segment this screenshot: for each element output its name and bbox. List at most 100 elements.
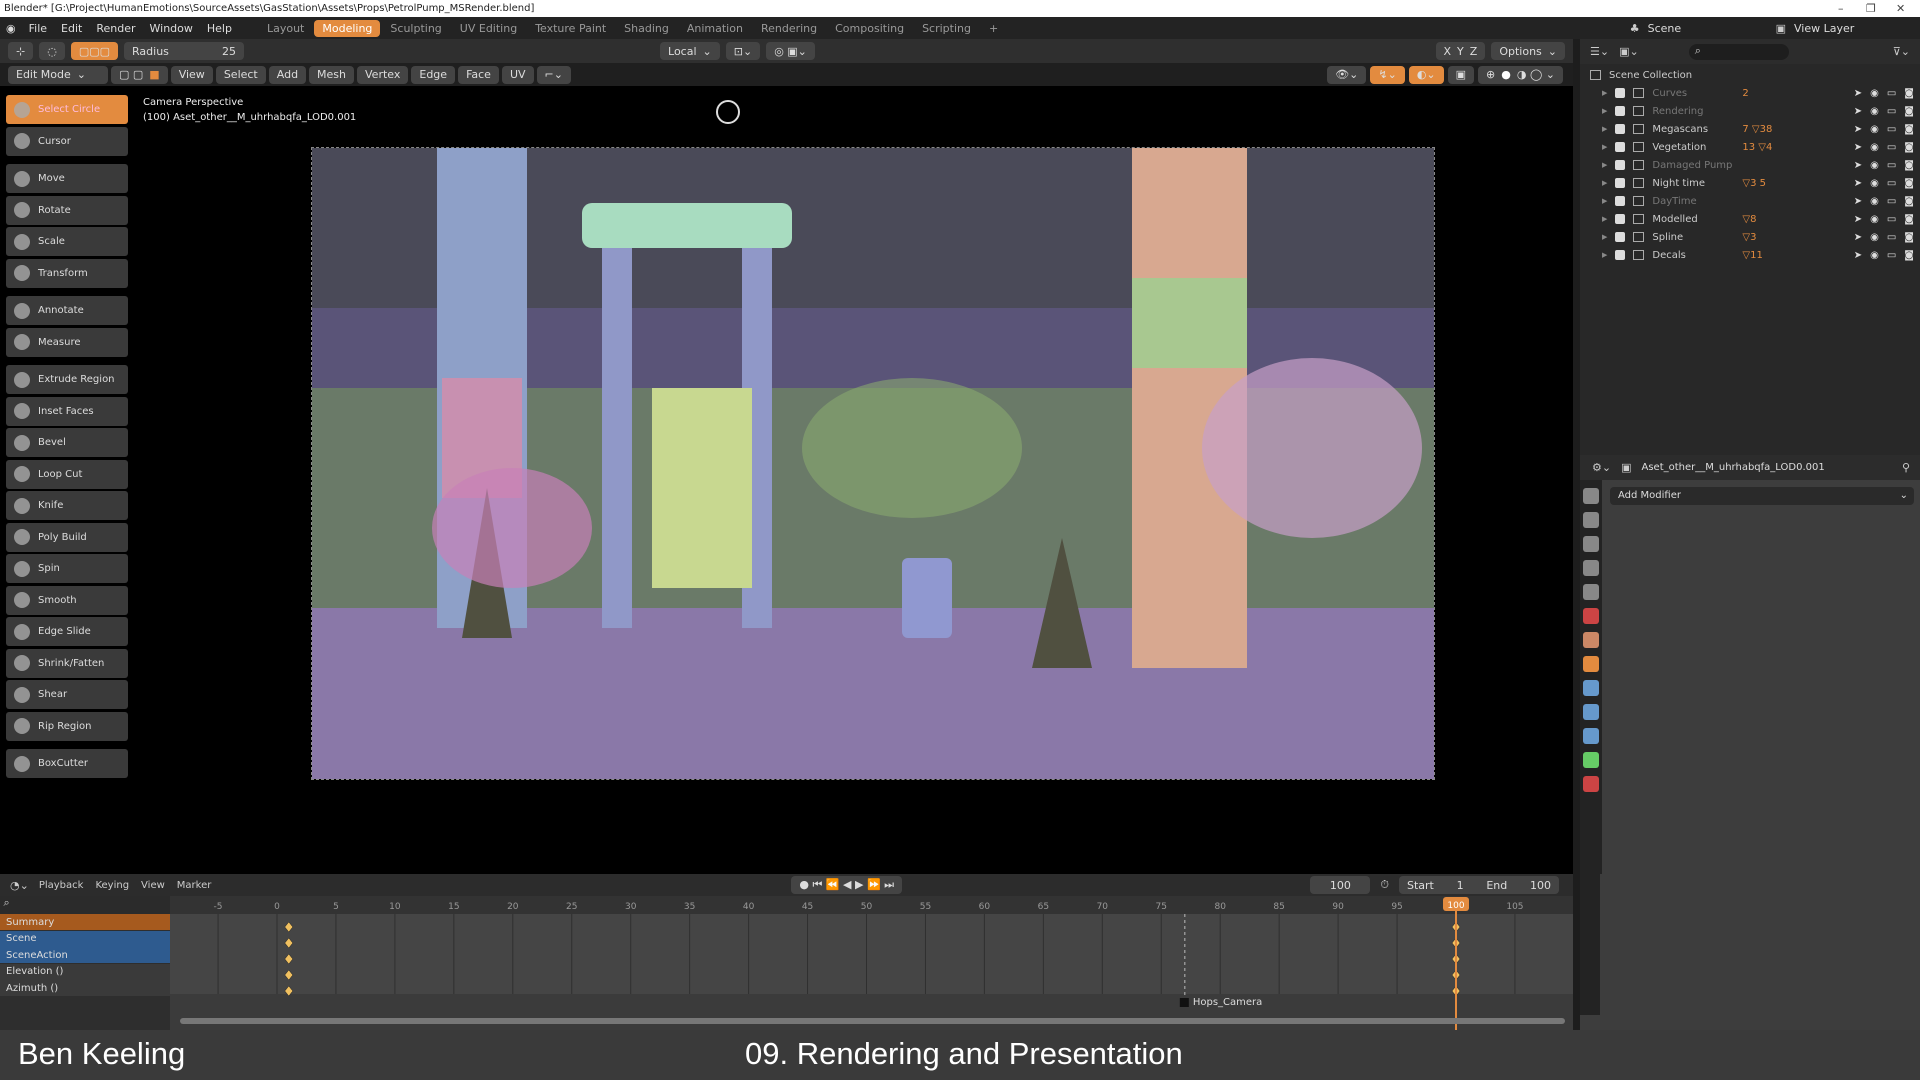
- menu-render[interactable]: Render: [89, 22, 142, 35]
- exclude-checkbox[interactable]: [1615, 214, 1626, 224]
- select-arrow-icon[interactable]: ➤: [1854, 232, 1862, 243]
- tab-modeling[interactable]: Modeling: [314, 19, 381, 37]
- tab-compositing[interactable]: Compositing: [827, 20, 912, 37]
- editor-type-icon[interactable]: ◔⌄: [10, 879, 29, 892]
- outliner-row-modelled[interactable]: ▶ Modelled ▽8 ➤ ◉ ▭ ◙: [1580, 210, 1920, 228]
- select-circle-icon[interactable]: ◌: [39, 42, 65, 60]
- select-arrow-icon[interactable]: ➤: [1854, 250, 1862, 261]
- current-frame-field[interactable]: 100: [1310, 876, 1371, 894]
- monitor-icon[interactable]: ▭: [1887, 232, 1896, 243]
- horizontal-scrollbar[interactable]: [180, 1018, 1565, 1024]
- monitor-icon[interactable]: ▭: [1887, 250, 1896, 261]
- camera-icon[interactable]: ◙: [1904, 142, 1914, 153]
- tab-scripting[interactable]: Scripting: [914, 20, 979, 37]
- camera-icon[interactable]: ◙: [1904, 160, 1914, 171]
- outliner-row-spline[interactable]: ▶ Spline ▽3 ➤ ◉ ▭ ◙: [1580, 228, 1920, 246]
- blender-logo-icon[interactable]: ◉: [6, 22, 16, 35]
- menu-select[interactable]: Select: [215, 65, 266, 84]
- scene-icon[interactable]: ♣: [1630, 22, 1640, 35]
- mirror-x[interactable]: X: [1444, 45, 1452, 58]
- tool-inset-faces[interactable]: Inset Faces: [6, 396, 128, 426]
- exclude-checkbox[interactable]: [1615, 160, 1626, 170]
- playback-controls[interactable]: ● ⏮ ⏪ ◀ ▶ ⏩ ⏭: [791, 876, 903, 894]
- tool-shear[interactable]: Shear: [6, 680, 128, 709]
- 3d-viewport[interactable]: Camera Perspective (100) Aset_other__M_u…: [0, 86, 1573, 874]
- monitor-icon[interactable]: ▭: [1887, 106, 1896, 117]
- tool-annotate[interactable]: Annotate: [6, 296, 128, 325]
- tool-measure[interactable]: Measure: [6, 327, 128, 357]
- tool-cursor[interactable]: Cursor: [6, 126, 128, 156]
- tab-world-icon[interactable]: [1583, 608, 1599, 624]
- tab-render-icon[interactable]: [1583, 512, 1599, 528]
- tab-texture-paint[interactable]: Texture Paint: [527, 20, 614, 37]
- tab-material-icon[interactable]: [1583, 776, 1599, 792]
- expand-arrow-icon[interactable]: ▶: [1602, 125, 1607, 133]
- select-mode-set-button[interactable]: ▢▢▢: [70, 42, 119, 60]
- mode-dropdown[interactable]: Edit Mode ⌄: [8, 65, 108, 84]
- monitor-icon[interactable]: ▭: [1887, 196, 1896, 207]
- eye-icon[interactable]: ◉: [1870, 250, 1879, 261]
- select-arrow-icon[interactable]: ➤: [1854, 214, 1862, 225]
- expand-arrow-icon[interactable]: ▶: [1602, 233, 1607, 241]
- timeline-menu-keying[interactable]: Keying: [95, 880, 129, 891]
- tab-animation[interactable]: Animation: [679, 20, 751, 37]
- tool-select-circle[interactable]: Select Circle: [6, 95, 128, 124]
- scene-selector[interactable]: Scene: [1648, 22, 1768, 35]
- select-arrow-icon[interactable]: ➤: [1854, 88, 1862, 99]
- outliner-row-rendering[interactable]: ▶ Rendering ➤ ◉ ▭ ◙: [1580, 102, 1920, 120]
- select-arrow-icon[interactable]: ➤: [1854, 124, 1862, 135]
- start-frame[interactable]: 1: [1457, 879, 1464, 892]
- tab-data-icon[interactable]: [1583, 752, 1599, 768]
- tab-uv-editing[interactable]: UV Editing: [452, 20, 525, 37]
- outliner-row-damaged-pump[interactable]: ▶ Damaged Pump ➤ ◉ ▭ ◙: [1580, 156, 1920, 174]
- overlay-toggle[interactable]: ◐⌄: [1408, 65, 1444, 84]
- expand-arrow-icon[interactable]: ▶: [1602, 143, 1607, 151]
- tool-smooth[interactable]: Smooth: [6, 585, 128, 615]
- outliner-row-curves[interactable]: ▶ Curves 2 ➤ ◉ ▭ ◙: [1580, 84, 1920, 102]
- pin-icon[interactable]: ⚲: [1902, 461, 1920, 474]
- camera-icon[interactable]: ◙: [1904, 196, 1914, 207]
- select-arrow-icon[interactable]: ➤: [1854, 178, 1862, 189]
- display-mode-icon[interactable]: ☰⌄: [1590, 45, 1609, 58]
- eye-icon[interactable]: ◉: [1870, 232, 1879, 243]
- menu-vertex[interactable]: Vertex: [357, 65, 409, 84]
- scene-collection-row[interactable]: Scene Collection: [1580, 66, 1920, 84]
- mirror-y[interactable]: Y: [1457, 45, 1464, 58]
- menu-uv[interactable]: UV: [501, 65, 534, 84]
- camera-frame[interactable]: [311, 147, 1435, 780]
- add-modifier-dropdown[interactable]: Add Modifier ⌄: [1610, 487, 1914, 505]
- tool-move[interactable]: Move: [6, 164, 128, 193]
- eye-icon[interactable]: ◉: [1870, 214, 1879, 225]
- menu-help[interactable]: Help: [200, 22, 239, 35]
- eye-icon[interactable]: ◉: [1870, 106, 1879, 117]
- expand-arrow-icon[interactable]: ▶: [1602, 107, 1607, 115]
- view-layer-selector[interactable]: View Layer: [1794, 22, 1904, 35]
- pivot-dropdown[interactable]: ⊡⌄: [725, 42, 761, 60]
- tool-bevel[interactable]: Bevel: [6, 428, 128, 457]
- tool-transform[interactable]: Transform: [6, 258, 128, 288]
- outliner-search-input[interactable]: ⌕: [1688, 43, 1789, 60]
- visibility-dropdown[interactable]: 👁⌄: [1327, 65, 1367, 84]
- select-arrow-icon[interactable]: ➤: [1854, 106, 1862, 117]
- eye-icon[interactable]: ◉: [1870, 124, 1879, 135]
- outliner-row-daytime[interactable]: ▶ DayTime ➤ ◉ ▭ ◙: [1580, 192, 1920, 210]
- add-workspace-button[interactable]: +: [981, 20, 1006, 37]
- select-arrow-icon[interactable]: ➤: [1854, 142, 1862, 153]
- dopesheet-area[interactable]: -5 0 5 10 15 20 25 30 35 40 45 50 55 60 65 70 75 80 85 90 95…: [0, 896, 1573, 1030]
- tool-extrude-region[interactable]: Extrude Region: [6, 365, 128, 394]
- monitor-icon[interactable]: ▭: [1887, 214, 1896, 225]
- maximize-button[interactable]: ❐: [1866, 0, 1876, 17]
- camera-icon[interactable]: ◙: [1904, 124, 1914, 135]
- tab-object-icon[interactable]: [1583, 632, 1599, 648]
- tab-constraints-icon[interactable]: [1583, 728, 1599, 744]
- select-arrow-icon[interactable]: ➤: [1854, 160, 1862, 171]
- expand-arrow-icon[interactable]: ▶: [1602, 251, 1607, 259]
- tool-scale[interactable]: Scale: [6, 227, 128, 256]
- tab-shading[interactable]: Shading: [616, 20, 677, 37]
- outliner-row-decals[interactable]: ▶ Decals ▽11 ➤ ◉ ▭ ◙: [1580, 246, 1920, 264]
- camera-icon[interactable]: ◙: [1904, 214, 1914, 225]
- eye-icon[interactable]: ◉: [1870, 142, 1879, 153]
- exclude-checkbox[interactable]: [1615, 178, 1626, 188]
- close-button[interactable]: ✕: [1896, 0, 1905, 17]
- tab-tool-icon[interactable]: [1583, 488, 1599, 504]
